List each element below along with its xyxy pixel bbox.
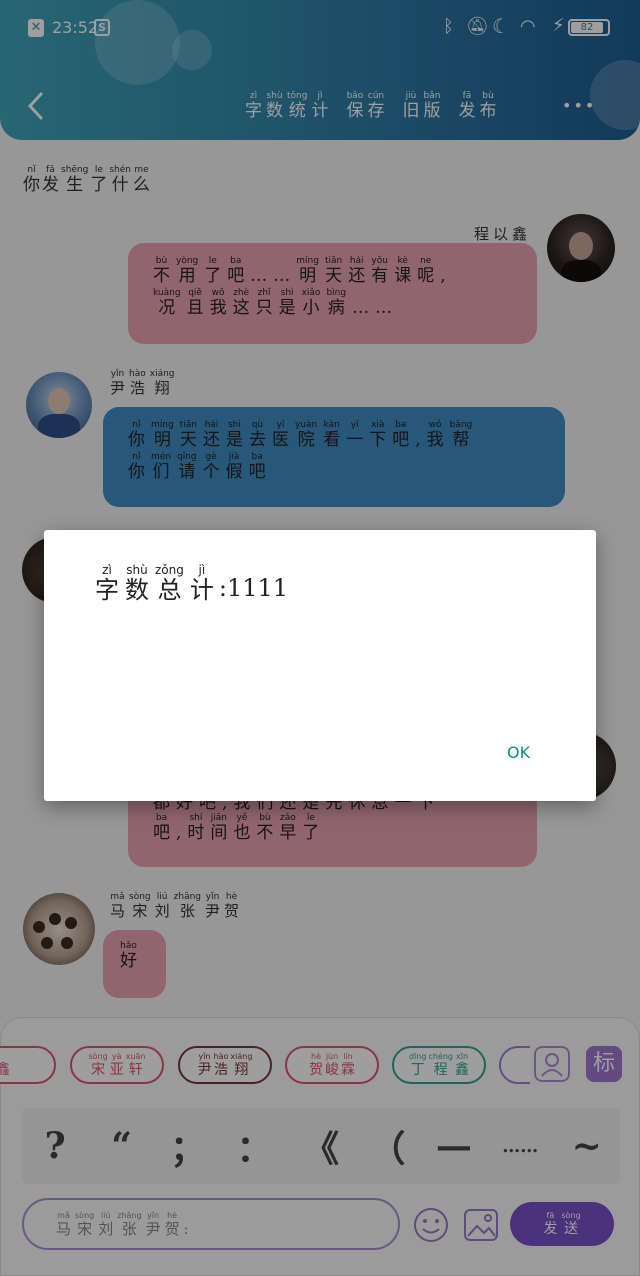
dialog-title: zì 字 shù 数 zǒng 总 jì 计 :1111	[92, 564, 288, 602]
ruby-char: jì 计	[189, 563, 214, 604]
word-count-dialog: zì 字 shù 数 zǒng 总 jì 计 :1111 OK	[44, 530, 596, 801]
ruby-char: zì 字	[95, 563, 119, 604]
ok-button[interactable]: OK	[507, 743, 530, 762]
ruby-char: shù 数	[125, 563, 149, 604]
ruby-char: zǒng 总	[155, 563, 184, 604]
word-count-value: :1111	[218, 574, 289, 602]
